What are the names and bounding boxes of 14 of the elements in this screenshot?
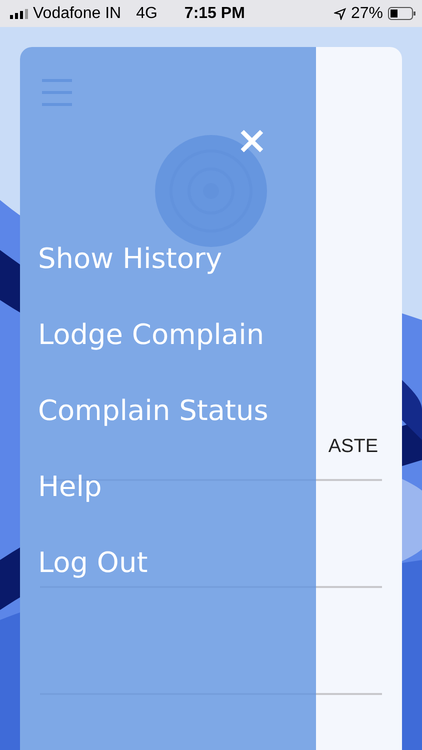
clock-time: 7:15 PM bbox=[184, 4, 245, 22]
menu-item[interactable]: Lodge Complain bbox=[38, 315, 268, 355]
close-button[interactable]: × bbox=[232, 121, 272, 159]
field-value: ASTE bbox=[328, 436, 378, 458]
battery-icon bbox=[388, 7, 416, 20]
network-type: 4G bbox=[136, 4, 158, 22]
menu-item[interactable]: Help bbox=[38, 467, 268, 507]
menu-item[interactable]: Log Out bbox=[38, 543, 268, 583]
menu-item[interactable]: Complain Status bbox=[38, 391, 268, 431]
menu-item[interactable]: Show History bbox=[38, 239, 268, 279]
battery-percent: 27% bbox=[350, 4, 383, 22]
signal-icon bbox=[10, 8, 28, 18]
carrier-name: Vodafone IN bbox=[33, 4, 122, 22]
location-icon bbox=[334, 8, 346, 20]
